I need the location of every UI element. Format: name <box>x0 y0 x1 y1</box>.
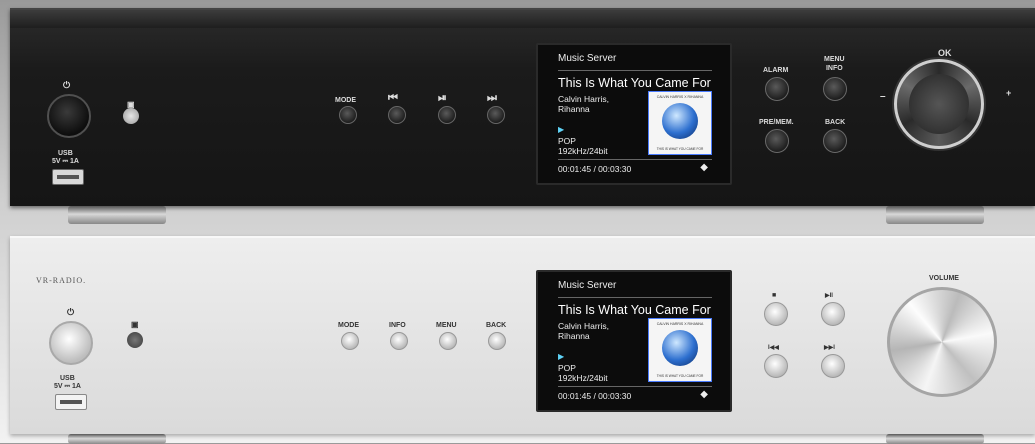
playback-time: 00:01:45 / 00:03:30 <box>558 164 632 174</box>
usb-spec-label: 5V ⎓ 1A <box>54 383 81 390</box>
prev-icon: I◀◀ <box>768 345 779 351</box>
brand-logo: VR-RADIO. <box>36 276 87 285</box>
song-title: This Is What You Came For <box>558 303 711 317</box>
back-label: BACK <box>825 119 846 126</box>
display-screen: Music Server This Is What You Came For C… <box>536 270 732 412</box>
play-pause-button[interactable] <box>438 106 456 124</box>
ir-icon: ▣ <box>131 320 139 329</box>
prev-button[interactable] <box>764 354 788 378</box>
album-art: CALVIN HARRIS X RIHANNA THIS IS WHAT YOU… <box>648 91 712 155</box>
mode-button[interactable] <box>341 332 359 350</box>
quality-label: 192kHz/24bit <box>558 373 608 383</box>
play-icon: ▶ <box>558 352 565 361</box>
volume-knob[interactable] <box>887 287 997 397</box>
playback-time: 00:01:45 / 00:03:30 <box>558 391 632 401</box>
album-art-bottom-text: THIS IS WHAT YOU CAME FOR <box>656 147 704 151</box>
power-icon: ⏻ <box>67 307 75 317</box>
menu-info-label: MENU INFO <box>824 56 845 72</box>
next-button[interactable] <box>487 106 505 124</box>
info-button[interactable] <box>390 332 408 350</box>
mode-label: MODE <box>335 97 356 104</box>
stop-icon: ■ <box>772 292 777 299</box>
divider <box>558 70 712 71</box>
left-foot <box>68 206 166 224</box>
usb-port[interactable] <box>55 394 87 410</box>
ok-select-knob[interactable] <box>894 59 984 149</box>
artist-name: Calvin Harris, Rihanna <box>558 94 610 114</box>
menu-label: MENU <box>436 322 457 329</box>
divider <box>558 297 712 298</box>
next-button[interactable] <box>821 354 845 378</box>
volume-label: VOLUME <box>929 275 959 282</box>
album-art: CALVIN HARRIS X RIHANNA THIS IS WHAT YOU… <box>648 318 712 382</box>
ok-label: OK <box>938 48 952 58</box>
pre-mem-label: PRE/MEM. <box>759 119 794 126</box>
plus-label: + <box>1006 88 1012 98</box>
mode-label: MODE <box>338 322 359 329</box>
usb-label: USB <box>58 150 73 157</box>
source-label: Music Server <box>558 280 617 291</box>
usb-label: USB <box>60 375 75 382</box>
ir-sensor-window <box>123 108 139 124</box>
album-art-orb <box>662 330 698 366</box>
power-button[interactable] <box>49 321 93 365</box>
pre-mem-button[interactable] <box>765 129 789 153</box>
back-label: BACK <box>486 322 507 329</box>
ir-sensor-window <box>127 332 143 348</box>
play-icon: ▶ <box>558 125 565 134</box>
mode-button[interactable] <box>339 106 357 124</box>
genre-label: POP <box>558 136 576 146</box>
genre-label: POP <box>558 363 576 373</box>
song-title: This Is What You Came For <box>558 76 711 90</box>
prev-button[interactable] <box>388 106 406 124</box>
alarm-label: ALARM <box>763 67 789 74</box>
info-label: INFO <box>389 322 406 329</box>
display-screen: Music Server This Is What You Came For C… <box>536 43 732 185</box>
usb-spec-label: 5V ⎓ 1A <box>52 158 79 165</box>
prev-icon: ⏮ <box>388 92 398 104</box>
divider <box>558 386 712 387</box>
black-radio-unit: ⏻ USB 5V ⎓ 1A ▣ MODE ⏮ ⏯ ⏭ Music Server … <box>10 8 1035 224</box>
power-button[interactable] <box>47 94 91 138</box>
album-art-orb <box>662 103 698 139</box>
quality-label: 192kHz/24bit <box>558 146 608 156</box>
back-button[interactable] <box>488 332 506 350</box>
next-icon: ▶▶I <box>824 345 835 351</box>
wifi-icon: ◆ <box>700 162 708 173</box>
minus-label: – <box>880 91 886 102</box>
album-art-top-text: CALVIN HARRIS X RIHANNA <box>656 322 704 326</box>
wifi-icon: ◆ <box>700 389 708 400</box>
silver-radio-unit: VR-RADIO. ⏻ USB 5V ⎓ 1A ▣ MODE INFO MENU… <box>10 236 1035 444</box>
menu-button[interactable] <box>439 332 457 350</box>
play-pause-button[interactable] <box>821 302 845 326</box>
right-foot <box>886 206 984 224</box>
usb-port[interactable] <box>52 169 84 185</box>
stop-button[interactable] <box>764 302 788 326</box>
next-icon: ⏭ <box>487 92 497 104</box>
back-button[interactable] <box>823 129 847 153</box>
menu-info-button[interactable] <box>823 77 847 101</box>
play-pause-icon: ▶II <box>825 293 833 299</box>
source-label: Music Server <box>558 53 617 64</box>
album-art-top-text: CALVIN HARRIS X RIHANNA <box>656 95 704 99</box>
power-icon: ⏻ <box>63 80 71 90</box>
alarm-button[interactable] <box>765 77 789 101</box>
divider <box>558 159 712 160</box>
album-art-bottom-text: THIS IS WHAT YOU CAME FOR <box>656 374 704 378</box>
artist-name: Calvin Harris, Rihanna <box>558 321 610 341</box>
play-pause-icon: ⏯ <box>438 92 447 104</box>
